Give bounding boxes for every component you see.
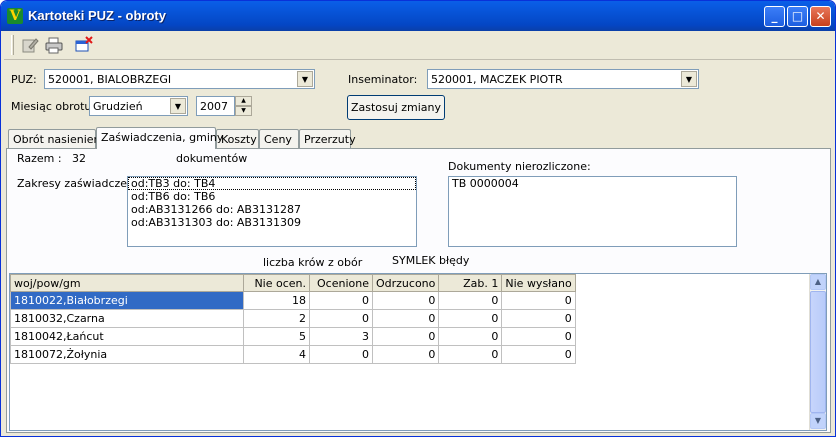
total-label: Razem :	[17, 152, 62, 165]
cell-nie-ocen[interactable]: 4	[243, 345, 310, 364]
unsettled-label: Dokumenty nierozliczone:	[448, 160, 591, 173]
toolbar	[4, 31, 832, 60]
inseminator-label: Inseminator:	[348, 73, 418, 86]
cell-zab1[interactable]: 0	[438, 327, 503, 346]
chevron-down-icon[interactable]: ▼	[681, 71, 697, 87]
year-stepper[interactable]: ▲ ▼	[235, 96, 252, 116]
title-bar[interactable]: V Kartoteki PUZ - obroty _ □ ✕	[1, 1, 835, 31]
list-item[interactable]: od:TB6 do: TB6	[128, 190, 416, 203]
tab-przerzuty[interactable]: Przerzuty	[299, 129, 356, 149]
inseminator-select[interactable]: 520001, MACZEK PIOTR ▼	[427, 69, 699, 89]
app-v-icon[interactable]: V	[7, 8, 23, 24]
column-header-nie-wyslano[interactable]: Nie wysłano	[501, 274, 576, 292]
list-item[interactable]: od:AB3131266 do: AB3131287	[128, 203, 416, 216]
cell-zab1[interactable]: 0	[438, 345, 503, 364]
chevron-down-icon[interactable]: ▼	[297, 71, 313, 87]
column-header-nie-ocen[interactable]: Nie ocen.	[243, 274, 310, 292]
edit-icon[interactable]	[21, 36, 39, 54]
month-select[interactable]: Grudzień ▼	[89, 96, 188, 116]
minimize-icon: _	[771, 9, 778, 23]
table-header-row: woj/pow/gm Nie ocen. Ocenione Odrzucono …	[10, 274, 576, 292]
cell-odrzucono[interactable]: 0	[371, 291, 440, 310]
close-icon: ✕	[815, 9, 826, 23]
cell-nie-ocen[interactable]: 5	[243, 327, 310, 346]
table-row[interactable]: 1810032,Czarna 2 0 0 0 0	[10, 309, 576, 328]
column-header-odrzucono[interactable]: Odrzucono	[371, 274, 440, 292]
table-row[interactable]: 1810042,Łańcut 5 3 0 0 0	[10, 327, 576, 346]
column-header-ocenione[interactable]: Ocenione	[309, 274, 373, 292]
scroll-down-icon[interactable]: ▼	[810, 413, 826, 429]
ranges-label: Zakresy zaświadczeń :	[17, 177, 142, 190]
cell-odrzucono[interactable]: 0	[371, 327, 440, 346]
print-icon[interactable]	[45, 36, 63, 54]
puz-select-value: 520001, BIALOBRZEGI	[48, 73, 172, 86]
spin-down-icon[interactable]: ▼	[235, 106, 252, 116]
cell-nie-ocen[interactable]: 18	[243, 291, 310, 310]
cell-ocenione[interactable]: 0	[309, 309, 373, 328]
cell-nie-wyslano[interactable]: 0	[501, 309, 576, 328]
cell-name[interactable]: 1810022,Białobrzegi	[10, 291, 244, 310]
cell-ocenione[interactable]: 3	[309, 327, 373, 346]
cell-nie-wyslano[interactable]: 0	[501, 345, 576, 364]
cell-name[interactable]: 1810072,Żołynia	[10, 345, 244, 364]
inseminator-select-value: 520001, MACZEK PIOTR	[431, 73, 563, 86]
toolbar-grip[interactable]	[11, 35, 14, 55]
cell-nie-ocen[interactable]: 2	[243, 309, 310, 328]
cell-name[interactable]: 1810032,Czarna	[10, 309, 244, 328]
minimize-button[interactable]: _	[764, 6, 785, 27]
cell-ocenione[interactable]: 0	[309, 291, 373, 310]
tab-zaswiadczenia-gminy[interactable]: Zaświadczenia, gminy	[96, 127, 223, 149]
list-item[interactable]: od:TB3 do: TB4	[128, 177, 416, 190]
close-button[interactable]: ✕	[810, 6, 831, 27]
gminy-grid[interactable]: woj/pow/gm Nie ocen. Ocenione Odrzucono …	[9, 273, 827, 431]
year-input-value: 2007	[200, 100, 228, 113]
unsettled-listbox[interactable]: TB 0000004	[448, 176, 737, 247]
maximize-icon: □	[791, 9, 804, 23]
scroll-up-icon[interactable]: ▲	[810, 274, 826, 290]
list-item[interactable]: TB 0000004	[449, 177, 736, 190]
ranges-listbox[interactable]: od:TB3 do: TB4 od:TB6 do: TB6 od:AB31312…	[127, 176, 417, 247]
apply-changes-button[interactable]: Zastosuj zmiany	[347, 95, 445, 120]
table-row[interactable]: 1810072,Żołynia 4 0 0 0 0	[10, 345, 576, 364]
chevron-down-icon[interactable]: ▼	[170, 98, 186, 114]
vertical-scrollbar[interactable]: ▲ ▼	[809, 274, 826, 430]
column-header-zab1[interactable]: Zab. 1	[438, 274, 503, 292]
year-input[interactable]: 2007	[196, 96, 235, 116]
month-label: Miesiąc obrotu :	[11, 100, 99, 113]
column-header-name[interactable]: woj/pow/gm	[10, 274, 244, 292]
symlek-caption: SYMLEK błędy	[392, 254, 470, 267]
cell-odrzucono[interactable]: 0	[371, 309, 440, 328]
cell-ocenione[interactable]: 0	[309, 345, 373, 364]
spin-up-icon[interactable]: ▲	[235, 96, 252, 106]
app-window: V Kartoteki PUZ - obroty _ □ ✕ PUZ: 5200…	[0, 0, 836, 437]
total-value: 32	[72, 152, 86, 165]
window-title: Kartoteki PUZ - obroty	[28, 8, 166, 23]
scroll-thumb[interactable]	[810, 291, 826, 413]
list-item[interactable]: od:AB3131303 do: AB3131309	[128, 216, 416, 229]
month-select-value: Grudzień	[93, 100, 143, 113]
puz-select[interactable]: 520001, BIALOBRZEGI ▼	[44, 69, 315, 89]
cell-zab1[interactable]: 0	[438, 309, 503, 328]
cell-nie-wyslano[interactable]: 0	[501, 327, 576, 346]
close-window-icon[interactable]	[75, 36, 93, 54]
cell-nie-wyslano[interactable]: 0	[501, 291, 576, 310]
table-row[interactable]: 1810022,Białobrzegi 18 0 0 0 0	[10, 291, 576, 310]
gminy-table: woj/pow/gm Nie ocen. Ocenione Odrzucono …	[10, 274, 576, 364]
maximize-button[interactable]: □	[787, 6, 808, 27]
total-unit: dokumentów	[176, 152, 248, 165]
tab-obrot-nasieniem[interactable]: Obrót nasieniem	[8, 129, 104, 149]
cell-odrzucono[interactable]: 0	[371, 345, 440, 364]
cell-name[interactable]: 1810042,Łańcut	[10, 327, 244, 346]
puz-label: PUZ:	[11, 73, 37, 86]
cell-zab1[interactable]: 0	[438, 291, 503, 310]
tab-ceny[interactable]: Ceny	[259, 129, 299, 149]
cows-caption: liczba krów z obór	[263, 256, 363, 269]
